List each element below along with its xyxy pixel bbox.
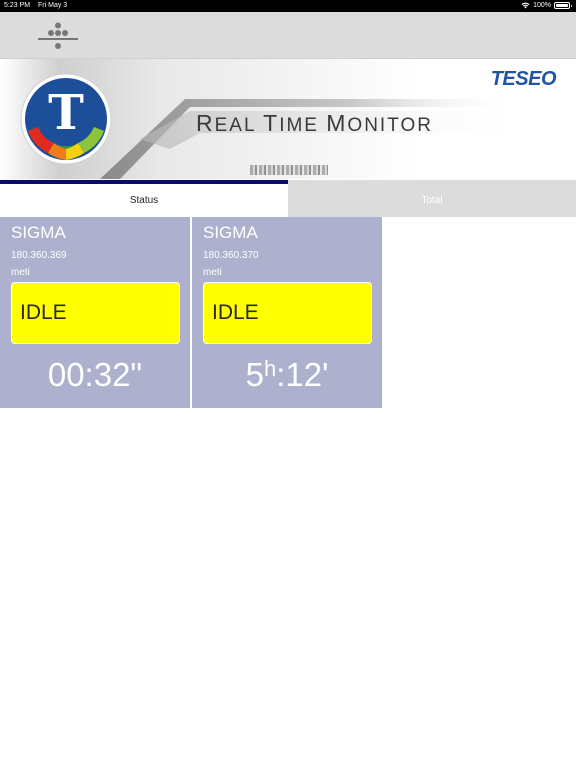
device-id-blurred: [250, 165, 328, 175]
title-rest-1: EAL: [214, 115, 264, 136]
wifi-icon: [521, 2, 530, 9]
machine-state-badge: IDLE: [203, 282, 372, 344]
machine-elapsed-time: 5h:12': [192, 356, 382, 394]
elapsed-time-value: 00:32": [47, 356, 143, 393]
machine-card[interactable]: SIGMA 180.360.369 meti IDLE 00:32": [0, 217, 190, 408]
status-date: Fri May 3: [38, 2, 68, 9]
app-banner: T REAL TIME MONITOR TESEO: [0, 59, 576, 179]
machine-user: meti: [203, 267, 222, 278]
machine-elapsed-time: 00:32": [0, 356, 190, 394]
tab-total[interactable]: Total: [288, 180, 576, 217]
machine-card[interactable]: SIGMA 180.360.370 meti IDLE 5h:12': [192, 217, 382, 408]
machine-state-badge: IDLE: [11, 282, 180, 344]
title-cap-1: R: [196, 110, 215, 136]
toolbar: [0, 12, 576, 59]
machine-user: meti: [11, 267, 30, 278]
elapsed-hours: 5: [245, 356, 264, 393]
tab-status[interactable]: Status: [0, 180, 288, 217]
machine-cards: SIGMA 180.360.369 meti IDLE 00:32" SIGMA…: [0, 217, 382, 408]
machine-name: SIGMA: [11, 223, 66, 242]
machine-code: 180.360.369: [11, 250, 67, 261]
title-rest-2: IME: [279, 115, 327, 136]
machine-name: SIGMA: [203, 223, 258, 242]
elapsed-minutes: :12': [276, 356, 329, 393]
machine-state: IDLE: [20, 301, 67, 324]
battery-percent: 100%: [533, 2, 551, 9]
title-cap-3: M: [326, 110, 348, 136]
teseo-logo-icon: T: [20, 73, 112, 165]
battery-icon: [554, 2, 572, 9]
logo-letter: T: [48, 85, 84, 141]
status-bar-left: 5:23 PM Fri May 3: [4, 2, 73, 9]
title-rest-3: ONITOR: [347, 115, 433, 136]
machine-code: 180.360.370: [203, 250, 259, 261]
status-bar-right: 100%: [521, 2, 572, 9]
tab-bar: Status Total: [0, 180, 576, 217]
machine-state: IDLE: [212, 301, 259, 324]
dots-divider-icon[interactable]: [36, 22, 80, 52]
title-cap-2: T: [263, 110, 280, 136]
status-time: 5:23 PM: [4, 2, 31, 9]
status-bar: 5:23 PM Fri May 3 100%: [0, 0, 576, 12]
brand-logo: TESEO: [490, 68, 557, 90]
elapsed-hours-unit: h: [263, 356, 277, 381]
banner-title: REAL TIME MONITOR: [196, 110, 433, 137]
